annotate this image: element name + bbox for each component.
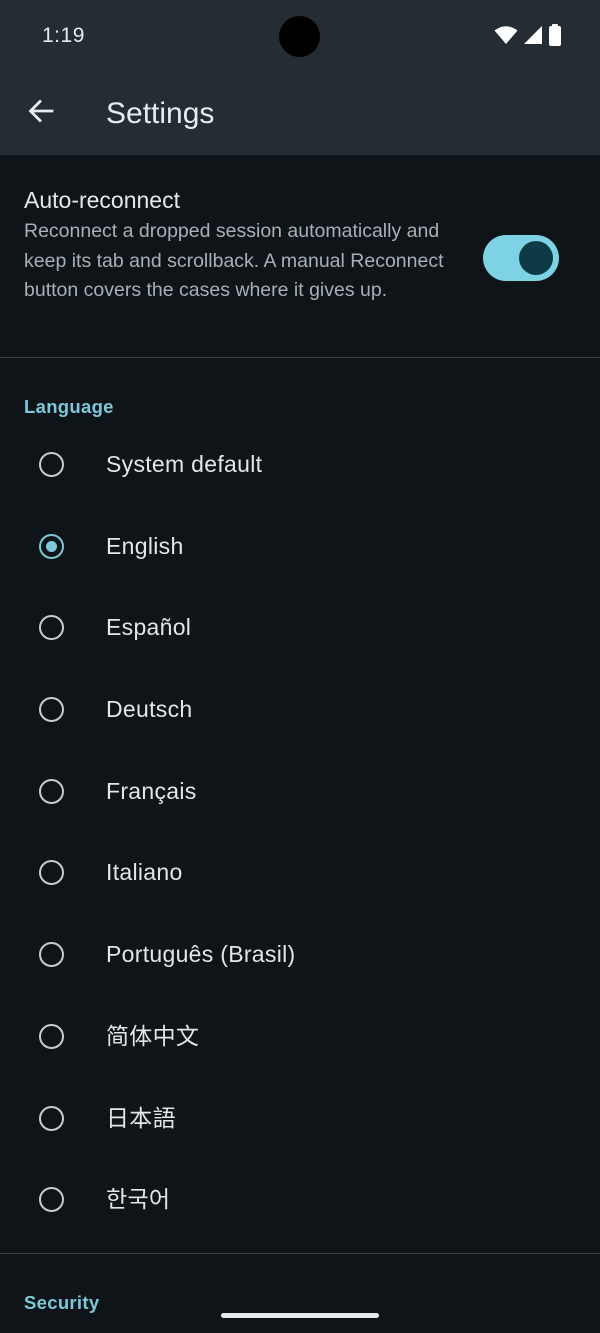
page-title: Settings: [106, 97, 215, 130]
language-option-japanese[interactable]: 日本語: [0, 1079, 600, 1161]
language-label: Italiano: [106, 859, 183, 886]
language-option-system-default[interactable]: System default: [0, 425, 600, 507]
divider: [0, 357, 600, 358]
cellular-signal-icon: [523, 25, 543, 50]
back-button[interactable]: [14, 86, 68, 140]
language-label: 简体中文: [106, 1022, 200, 1049]
language-label: 한국어: [106, 1186, 171, 1213]
radio-button-selected[interactable]: [39, 533, 64, 559]
radio-button[interactable]: [39, 1023, 64, 1049]
radio-button[interactable]: [39, 452, 64, 477]
radio-button[interactable]: [39, 860, 64, 886]
battery-icon: [548, 23, 562, 51]
radio-button[interactable]: [39, 778, 64, 804]
status-icons: [494, 23, 562, 51]
language-label: Español: [106, 614, 192, 641]
language-option-espanol[interactable]: Español: [0, 588, 600, 670]
auto-reconnect-setting[interactable]: Auto-reconnect Reconnect a dropped sessi…: [0, 155, 600, 357]
language-option-deutsch[interactable]: Deutsch: [0, 670, 600, 752]
radio-button[interactable]: [39, 615, 64, 641]
divider: [0, 1253, 600, 1254]
camera-cutout: [279, 16, 320, 57]
language-label: Português (Brasil): [106, 941, 296, 968]
language-option-korean[interactable]: 한국어: [0, 1160, 600, 1242]
status-bar: 1:19: [0, 0, 600, 72]
language-option-simplified-chinese[interactable]: 简体中文: [0, 997, 600, 1079]
language-option-italiano[interactable]: Italiano: [0, 833, 600, 915]
language-label: Français: [106, 777, 197, 804]
language-label: 日本語: [106, 1104, 176, 1131]
wifi-icon: [494, 25, 518, 50]
language-option-francais[interactable]: Français: [0, 752, 600, 834]
radio-button[interactable]: [39, 942, 64, 968]
auto-reconnect-description: Reconnect a dropped session automaticall…: [24, 220, 444, 301]
language-label: Deutsch: [106, 696, 193, 723]
arrow-back-icon: [27, 97, 55, 130]
status-time: 1:19: [42, 24, 85, 47]
language-section-header: Language: [24, 396, 114, 417]
radio-button[interactable]: [39, 1105, 64, 1131]
auto-reconnect-toggle[interactable]: [483, 235, 559, 281]
language-option-portugues-brasil[interactable]: Português (Brasil): [0, 915, 600, 997]
language-label: System default: [106, 451, 263, 477]
language-option-english[interactable]: English: [0, 507, 600, 589]
language-label: English: [106, 532, 184, 559]
home-indicator[interactable]: [221, 1313, 379, 1318]
security-section-header: Security: [24, 1292, 100, 1313]
toggle-thumb: [519, 241, 553, 275]
radio-button[interactable]: [39, 1187, 64, 1213]
auto-reconnect-title: Auto-reconnect: [24, 187, 180, 213]
language-options: System default English Español Deutsch F…: [0, 425, 600, 1242]
app-bar: Settings: [0, 72, 600, 155]
radio-button[interactable]: [39, 697, 64, 723]
